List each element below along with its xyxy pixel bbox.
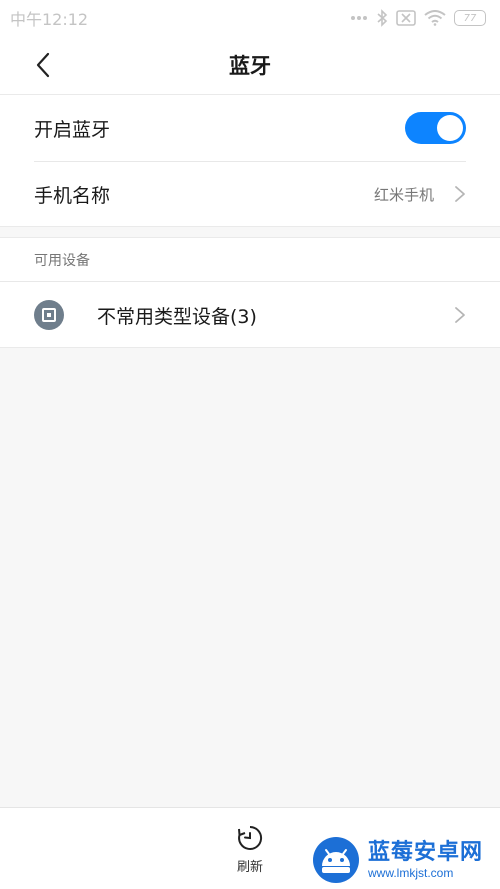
refresh-icon (238, 825, 263, 850)
status-icons: 77 (350, 9, 486, 27)
watermark-url: www.lmkjst.com (368, 866, 454, 880)
dots-icon (351, 16, 367, 20)
chevron-right-icon (455, 186, 465, 202)
watermark-title: 蓝莓安卓网 (368, 840, 484, 865)
chevron-right-icon (455, 307, 465, 323)
status-time: 中午12:12 (10, 10, 89, 29)
bluetooth-toggle-label: 开启蓝牙 (34, 118, 111, 141)
battery-indicator: 77 (454, 10, 486, 26)
toggle-knob (437, 115, 463, 141)
status-bar: 中午12:12 77 (0, 0, 500, 36)
device-name-row[interactable]: 手机名称 红米手机 (0, 161, 500, 227)
refresh-label: 刷新 (236, 860, 263, 875)
page-title: 蓝牙 (229, 54, 271, 78)
watermark-text: 蓝莓安卓网 www.lmkjst.com (368, 840, 483, 880)
device-list-item[interactable]: 不常用类型设备(3) (0, 282, 500, 348)
device-icon-frame (42, 308, 56, 322)
no-sim-icon (396, 10, 416, 26)
wifi-icon (424, 10, 446, 26)
back-button[interactable] (28, 50, 58, 80)
bluetooth-toggle-switch[interactable] (405, 112, 466, 144)
available-devices-header: 可用设备 (0, 237, 500, 281)
back-chevron-icon (36, 52, 50, 78)
device-icon-dot (47, 313, 51, 317)
device-name-label: 手机名称 (34, 184, 111, 207)
bluetooth-icon (377, 9, 388, 27)
device-item-label: 不常用类型设备(3) (97, 305, 257, 328)
android-logo-icon (310, 834, 362, 886)
bluetooth-settings-group: 开启蓝牙 手机名称 红米手机 (0, 94, 500, 227)
device-icon (34, 300, 64, 330)
available-devices-title: 可用设备 (34, 252, 90, 269)
available-devices-list: 不常用类型设备(3) (0, 281, 500, 348)
refresh-button[interactable]: 刷新 (226, 824, 274, 878)
bluetooth-toggle-row[interactable]: 开启蓝牙 (0, 95, 500, 161)
title-bar: 蓝牙 (0, 36, 500, 94)
device-name-value: 红米手机 (373, 185, 434, 204)
watermark: 蓝莓安卓网 www.lmkjst.com (310, 833, 496, 887)
